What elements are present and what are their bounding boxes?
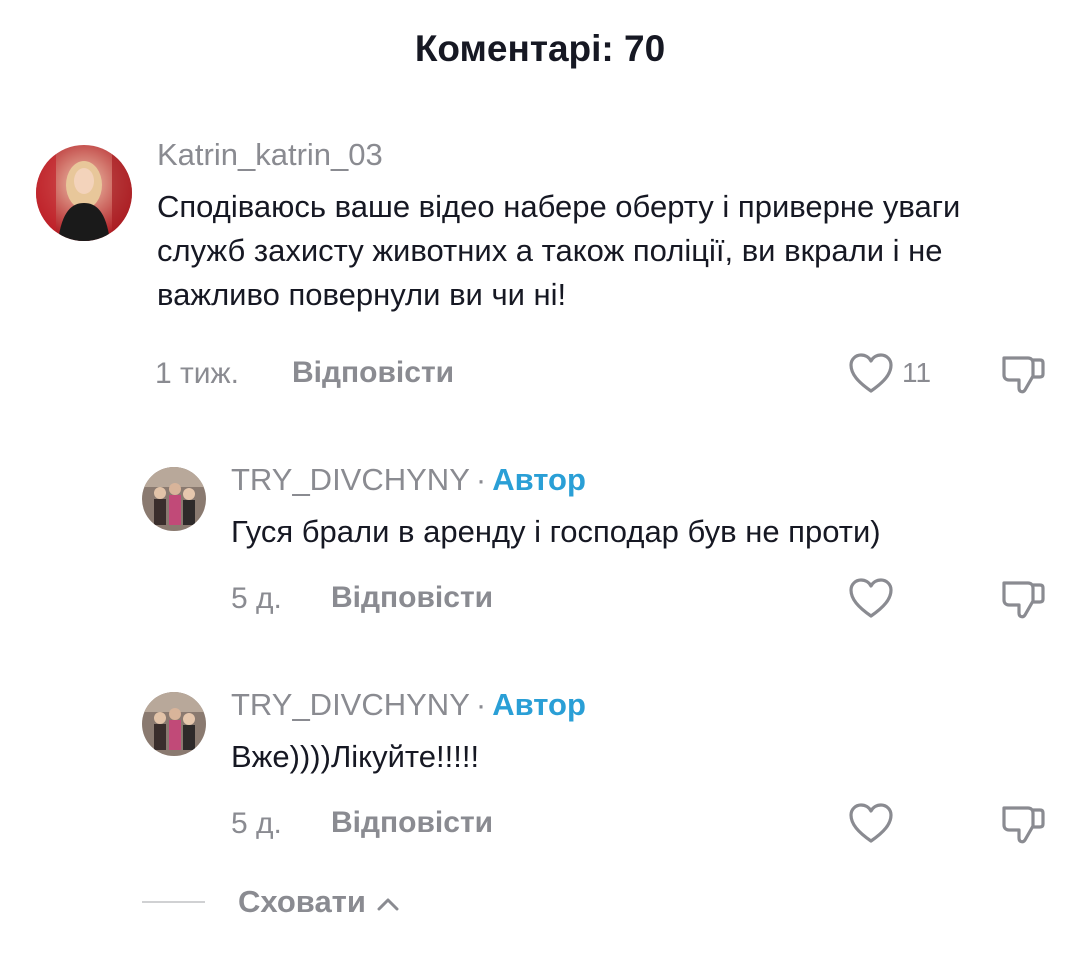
author-badge: Автор <box>492 687 586 722</box>
thumbs-down-outline-icon <box>1000 802 1046 846</box>
reply-timestamp: 5 д. <box>231 807 282 840</box>
chevron-up-icon <box>366 884 400 920</box>
reply-button[interactable]: Відповісти <box>331 806 493 840</box>
comment-username[interactable]: Katrin_katrin_03 <box>157 137 383 173</box>
comment-timestamp: 1 тиж. <box>155 357 239 390</box>
reply-username[interactable]: TRY_DIVCHYNY <box>231 462 470 497</box>
avatar[interactable] <box>142 467 206 531</box>
like-button[interactable] <box>848 802 894 844</box>
heart-outline-icon <box>848 352 894 394</box>
reply-username-row: TRY_DIVCHYNY · Автор <box>231 687 586 723</box>
reply-text: Гуся брали в аренду і господар був не пр… <box>231 514 881 549</box>
reply-button[interactable]: Відповісти <box>331 581 493 615</box>
thumbs-down-outline-icon <box>1000 577 1046 621</box>
reply-timestamp: 5 д. <box>231 582 282 615</box>
reply-username[interactable]: TRY_DIVCHYNY <box>231 687 470 722</box>
comments-panel: Коментарі: 70 Katrin_katrin_03 Сподіваюс… <box>0 0 1080 962</box>
like-button[interactable]: 11 <box>848 352 931 394</box>
hide-replies-button[interactable]: Сховати <box>238 884 400 920</box>
reply-username-row: TRY_DIVCHYNY · Автор <box>231 462 586 498</box>
like-count: 11 <box>902 357 932 388</box>
like-button[interactable] <box>848 577 894 619</box>
separator: · <box>475 687 487 722</box>
reply-text: Вже))))Лікуйте!!!!! <box>231 739 480 774</box>
heart-outline-icon <box>848 577 894 619</box>
avatar[interactable] <box>142 692 206 756</box>
author-badge: Автор <box>492 462 586 497</box>
hide-replies-label: Сховати <box>238 884 366 919</box>
thumbs-down-outline-icon <box>1000 352 1046 396</box>
divider <box>142 901 205 903</box>
comments-header-title: Коментарі: 70 <box>414 28 666 69</box>
avatar[interactable] <box>36 145 132 241</box>
reply-button[interactable]: Відповісти <box>292 356 454 390</box>
separator: · <box>475 462 487 497</box>
dislike-button[interactable] <box>1000 352 1046 396</box>
heart-outline-icon <box>848 802 894 844</box>
dislike-button[interactable] <box>1000 802 1046 846</box>
dislike-button[interactable] <box>1000 577 1046 621</box>
comment-text: Сподіваюсь ваше відео набере оберту і пр… <box>157 189 961 312</box>
